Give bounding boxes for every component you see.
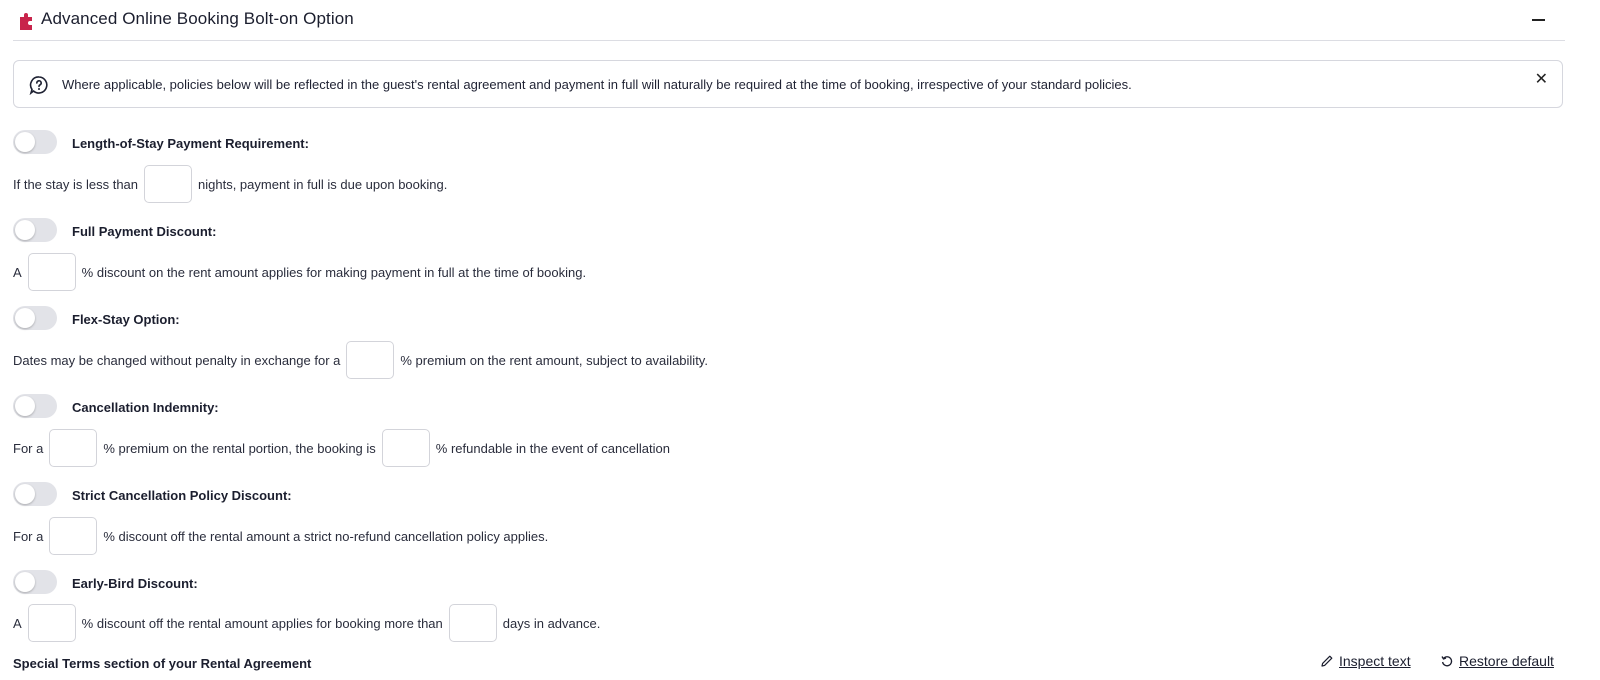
toggle-knob [15,396,35,416]
toggle-knob [15,220,35,240]
toggle-knob [15,132,35,152]
inspect-text-link[interactable]: Inspect text [1320,653,1411,669]
label-full-payment-discount: Full Payment Discount: [72,224,217,239]
restore-default-link[interactable]: Restore default [1440,653,1554,669]
restore-icon [1441,656,1453,667]
indemnity-premium-input[interactable] [49,429,98,467]
label-flex-stay: Flex-Stay Option: [72,312,180,327]
puzzle-icon [20,13,32,30]
label-early-bird: Early-Bird Discount: [72,576,198,591]
early-bird-percent-input[interactable] [27,604,76,642]
label-cancellation-indemnity: Cancellation Indemnity: [72,400,219,415]
flex-stay-percent-input[interactable] [346,341,395,379]
toggle-flex-stay[interactable] [13,306,57,330]
restore-default-label: Restore default [1459,653,1554,669]
toggle-knob [15,484,35,504]
refundable-percent-input[interactable] [381,429,430,467]
info-notice: Where applicable, policies below will be… [13,60,1563,108]
length-of-stay-row: If the stay is less than nights, payment… [13,164,447,204]
strict-cancellation-percent-input[interactable] [49,517,98,555]
early-bird-row: A % discount off the rental amount appli… [13,603,600,643]
close-notice-button[interactable]: ✕ [1535,72,1548,88]
flex-stay-text-1: Dates may be changed without penalty in … [13,352,341,368]
cancellation-indemnity-row: For a % premium on the rental portion, t… [13,428,670,468]
toggle-cancellation-indemnity[interactable] [13,394,57,418]
notice-text: Where applicable, policies below will be… [62,77,1132,92]
length-of-stay-text-2: nights, payment in full is due upon book… [198,176,448,192]
flex-stay-text-2: % premium on the rent amount, subject to… [400,352,708,368]
full-payment-text-2: % discount on the rent amount applies fo… [81,264,587,280]
early-bird-text-3: days in advance. [502,615,601,631]
toggle-length-of-stay[interactable] [13,130,57,154]
early-bird-text-1: A [13,615,22,631]
cancellation-indemnity-text-3: % refundable in the event of cancellatio… [435,440,670,456]
section-title: Advanced Online Booking Bolt-on Option [41,9,354,28]
toggle-knob [15,308,35,328]
toggle-early-bird[interactable] [13,570,57,594]
toggle-full-payment-discount[interactable] [13,218,57,242]
strict-cancellation-text-2: % discount off the rental amount a stric… [103,528,549,544]
full-payment-percent-input[interactable] [27,253,76,291]
nights-input[interactable] [144,165,193,203]
toggle-knob [15,572,35,592]
cancellation-indemnity-text-2: % premium on the rental portion, the boo… [103,440,376,456]
label-length-of-stay: Length-of-Stay Payment Requirement: [72,136,309,151]
length-of-stay-text-1: If the stay is less than [13,176,139,192]
cancellation-indemnity-text-1: For a [13,440,44,456]
help-bubble-icon [29,76,48,95]
full-payment-row: A % discount on the rent amount applies … [13,252,586,292]
collapse-button[interactable] [1532,19,1545,21]
flex-stay-row: Dates may be changed without penalty in … [13,340,708,380]
early-bird-text-2: % discount off the rental amount applies… [81,615,443,631]
label-strict-cancellation: Strict Cancellation Policy Discount: [72,488,292,503]
inspect-text-label: Inspect text [1339,653,1411,669]
strict-cancellation-text-1: For a [13,528,44,544]
special-terms-label: Special Terms section of your Rental Agr… [13,656,312,671]
early-bird-days-input[interactable] [448,604,497,642]
full-payment-text-1: A [13,264,22,280]
pencil-icon [1321,655,1333,667]
section-header: Advanced Online Booking Bolt-on Option [13,0,1565,41]
strict-cancellation-row: For a % discount off the rental amount a… [13,516,548,556]
toggle-strict-cancellation[interactable] [13,482,57,506]
